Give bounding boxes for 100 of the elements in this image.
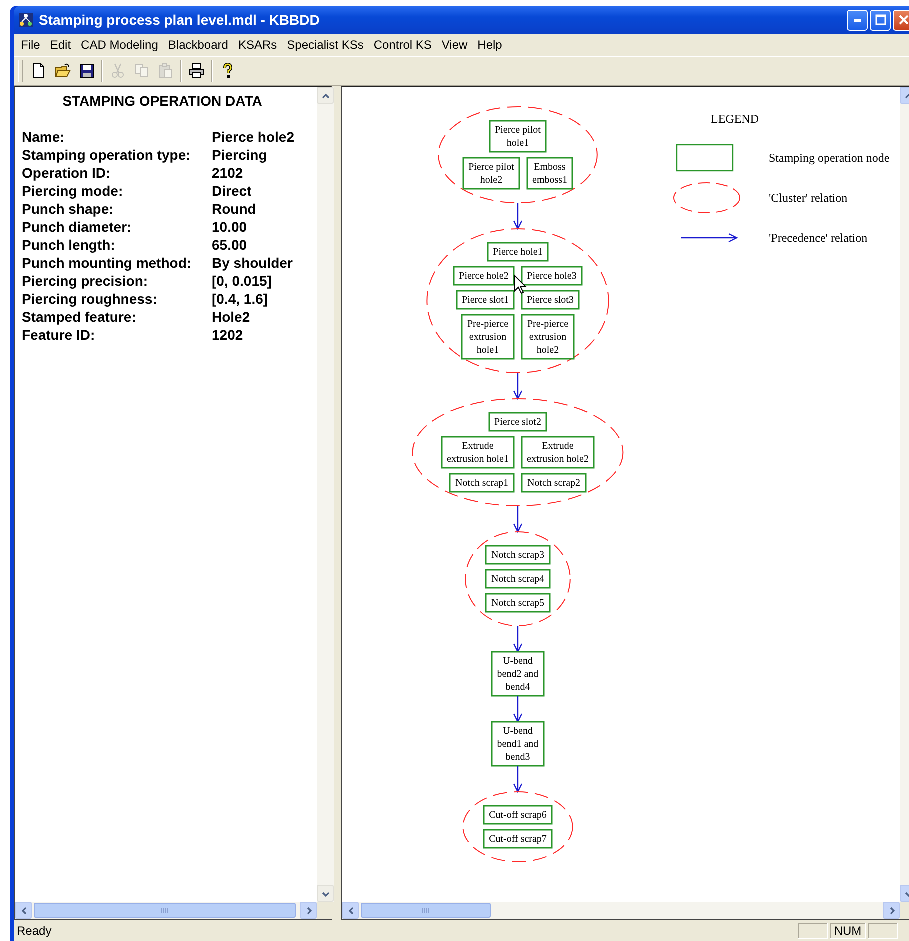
menu-item[interactable]: Help [472, 38, 508, 52]
minimize-button[interactable] [847, 10, 868, 30]
scrollbar-corner [317, 902, 334, 919]
operation-node: Pierce pilot hole1 [489, 120, 547, 153]
operation-node: Emboss emboss1 [526, 157, 574, 190]
status-pane [798, 922, 828, 938]
field-value: [0, 0.015] [212, 272, 273, 290]
operation-node: U-bend bend1 and bend3 [491, 721, 545, 767]
vertical-scrollbar[interactable] [317, 87, 334, 902]
menu-item[interactable]: Control KS [368, 38, 437, 52]
status-indicator: NUM [830, 922, 866, 938]
menu-item[interactable]: Specialist KSs [282, 38, 369, 52]
legend-node-swatch [676, 144, 734, 172]
operation-node: Extrude extrusion hole1 [441, 436, 515, 469]
field-label: Name: [22, 128, 66, 146]
field-value: Hole2 [212, 308, 252, 326]
status-pane [868, 922, 898, 938]
app-icon [18, 12, 34, 28]
operation-node: Notch scrap5 [485, 593, 551, 613]
field-label: Punch length: [22, 236, 116, 254]
operation-node: Pierce pilot hole2 [462, 157, 520, 190]
menu-item[interactable]: Blackboard [163, 38, 234, 52]
precedence-arrow [513, 625, 523, 654]
window-title: Stamping process plan level.mdl - KBBDD [39, 12, 321, 28]
field-value: Pierce hole2 [212, 128, 296, 146]
field-value: Direct [212, 182, 253, 200]
precedence-arrow [513, 202, 523, 230]
menu-item[interactable]: Edit [45, 38, 76, 52]
legend-label: 'Precedence' relation [769, 231, 868, 245]
new-file-icon [30, 63, 46, 79]
operation-node: Pierce hole2 [453, 266, 515, 286]
legend-cluster-swatch [674, 182, 740, 214]
field-value: 65.00 [212, 236, 248, 254]
operation-node: Pierce hole1 [487, 242, 549, 262]
horizontal-scrollbar[interactable] [342, 902, 900, 919]
precedence-arrow [513, 765, 523, 794]
maximize-icon [874, 14, 886, 26]
legend-label: Stamping operation node [769, 151, 890, 165]
operation-node: Pierce slot2 [488, 412, 548, 432]
menu-item[interactable]: CAD Modeling [76, 38, 164, 52]
grip-icon [422, 907, 430, 914]
folder-icon [54, 63, 70, 79]
printer-icon [188, 63, 204, 79]
field-label: Piercing roughness: [22, 290, 158, 308]
field-label: Operation ID: [22, 164, 112, 182]
field-label: Piercing mode: [22, 182, 124, 200]
maximize-button[interactable] [870, 10, 891, 30]
field-label: Stamping operation type: [22, 146, 192, 164]
operation-node: Cut-off scrap7 [483, 829, 553, 849]
menu-item[interactable]: KSARs [233, 38, 282, 52]
operation-node: Pre-pierce extrusion hole1 [461, 314, 515, 360]
legend-arrow [680, 233, 738, 243]
scroll-left-button[interactable] [342, 902, 359, 919]
field-label: Stamped feature: [22, 308, 138, 326]
operation-node: Notch scrap1 [449, 473, 515, 493]
operation-node: Pierce slot3 [521, 290, 580, 310]
legend-label: 'Cluster' relation [769, 191, 848, 205]
operation-node: Cut-off scrap6 [483, 805, 553, 825]
scroll-right-button[interactable] [300, 902, 317, 919]
operation-node: Notch scrap3 [485, 545, 551, 565]
operation-node: Notch scrap2 [521, 473, 587, 493]
scissors-icon [110, 63, 126, 79]
field-value: By shoulder [212, 254, 294, 272]
precedence-arrow [513, 372, 523, 400]
scroll-left-button[interactable] [15, 902, 32, 919]
field-label: Piercing precision: [22, 272, 150, 290]
mouse-cursor-icon [514, 274, 527, 294]
clipboard-icon [158, 63, 174, 79]
field-label: Punch diameter: [22, 218, 133, 236]
operation-node: Pre-pierce extrusion hole2 [521, 314, 575, 360]
scroll-thumb[interactable] [34, 903, 296, 918]
scroll-down-button[interactable] [317, 885, 334, 902]
operation-node: Pierce hole3 [521, 266, 583, 286]
field-label: Punch mounting method: [22, 254, 193, 272]
field-value: 10.00 [212, 218, 248, 236]
status-text: Ready [17, 924, 53, 938]
scroll-right-button[interactable] [883, 902, 900, 919]
grip-icon [161, 907, 169, 914]
precedence-arrow [513, 695, 523, 724]
field-value: 1202 [212, 326, 244, 344]
copy-icon [134, 63, 150, 79]
field-value: Piercing [212, 146, 268, 164]
menu-item[interactable]: File [16, 38, 46, 52]
field-label: Punch shape: [22, 200, 115, 218]
operation-node: Extrude extrusion hole2 [521, 436, 595, 469]
close-icon [898, 14, 909, 26]
operation-node: Notch scrap4 [485, 569, 551, 589]
operation-node: Pierce slot1 [456, 290, 515, 310]
close-button[interactable] [893, 10, 909, 30]
legend-title: LEGEND [711, 112, 759, 126]
scroll-thumb[interactable] [361, 903, 491, 918]
field-value: 2102 [212, 164, 244, 182]
scroll-up-button[interactable] [317, 87, 334, 104]
precedence-arrow [513, 505, 523, 534]
field-value: Round [212, 200, 258, 218]
panel-title: STAMPING OPERATION DATA [62, 93, 264, 109]
menu-item[interactable]: View [436, 38, 473, 52]
field-label: Feature ID: [22, 326, 96, 344]
operation-node: U-bend bend2 and bend4 [491, 651, 545, 697]
horizontal-scrollbar[interactable] [15, 902, 317, 919]
